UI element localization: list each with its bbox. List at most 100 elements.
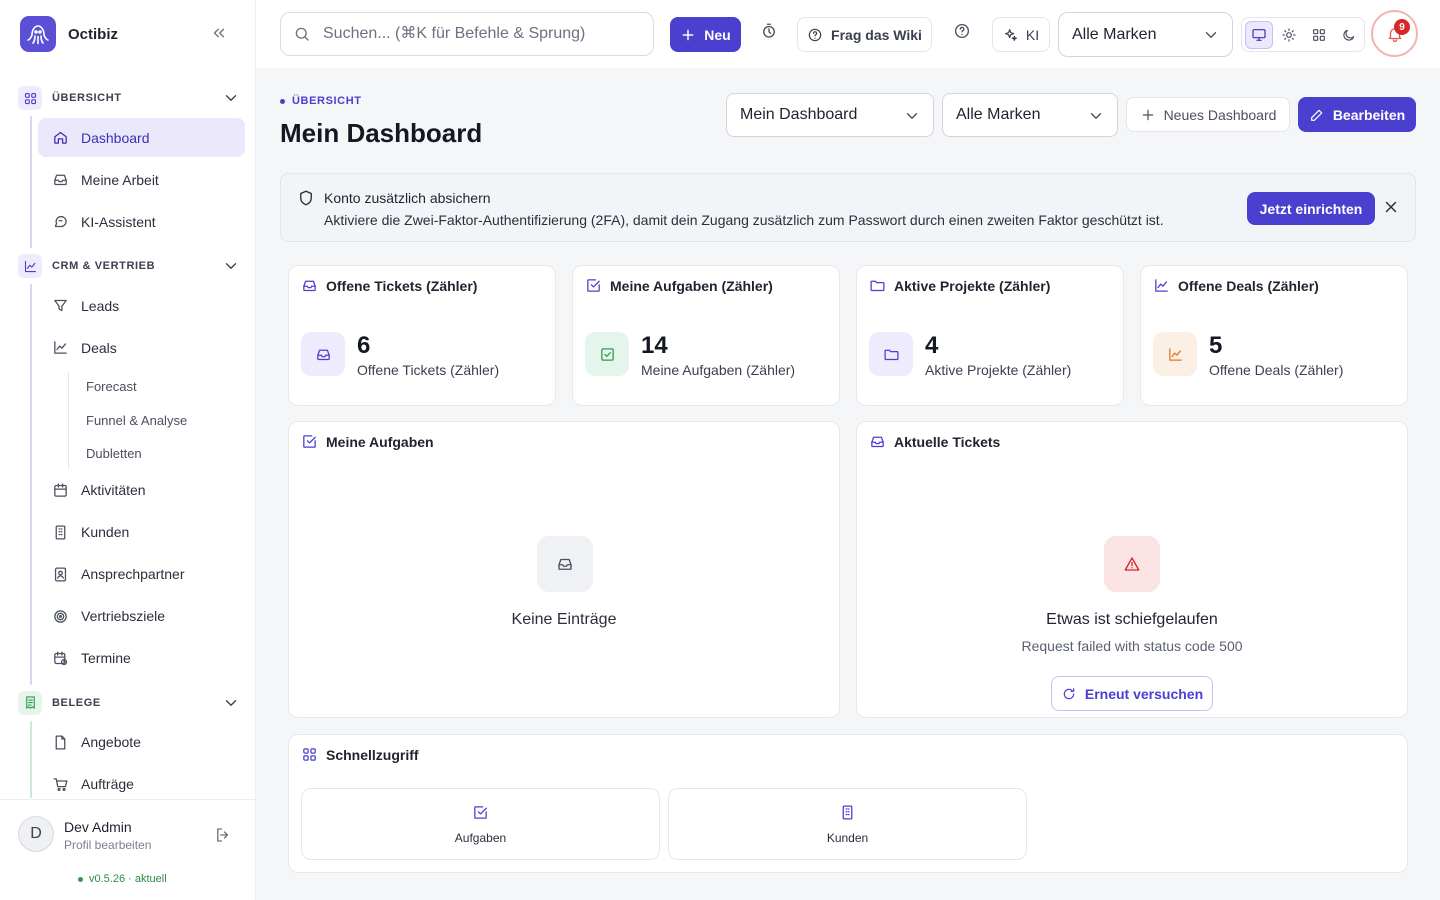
card-title: Offene Deals (Zähler) [1178, 277, 1319, 294]
sidebar-item-label: Leads [81, 297, 120, 314]
theme-grid-button[interactable] [1305, 21, 1333, 49]
card-header: Meine Aufgaben (Zähler) [585, 277, 773, 294]
calendar-icon [54, 482, 67, 497]
sidebar-item-aktivitaeten[interactable]: Aktivitäten [38, 471, 245, 510]
sidebar-item-label: KI-Assistent [81, 213, 156, 230]
receipt-icon [18, 690, 42, 715]
card-title: Meine Aufgaben [326, 433, 434, 450]
section-uebersicht[interactable]: ÜBERSICHT [0, 80, 256, 116]
retry-label: Erneut versuchen [1084, 685, 1204, 702]
brand-select-value: Alle Marken [1072, 25, 1157, 43]
monitor-icon [1252, 28, 1266, 41]
notification-count-badge: 9 [1394, 19, 1410, 35]
breadcrumb-label: ÜBERSICHT [292, 95, 362, 107]
close-icon[interactable] [1382, 198, 1400, 216]
sidebar-item-dashboard[interactable]: Dashboard [38, 118, 245, 157]
help-icon[interactable] [953, 22, 971, 40]
brand-select[interactable]: Alle Marken [1058, 12, 1233, 57]
card-title: Aktuelle Tickets [894, 433, 1001, 450]
trend-icon [54, 341, 67, 354]
kpi-value: 4 [925, 332, 939, 359]
edit-profile-link[interactable]: Profil bearbeiten [64, 838, 151, 852]
target-icon [54, 609, 67, 623]
breadcrumb-dot-icon [280, 98, 285, 104]
sidebar-item-vertriebsziele[interactable]: Vertriebsziele [38, 597, 245, 636]
quick-access-kunden[interactable]: Kunden [668, 788, 1027, 860]
card-header: Aktuelle Tickets [869, 433, 1000, 450]
chevron-down-icon [903, 107, 921, 125]
kpi-card-offene-tickets[interactable]: Offene Tickets (Zähler) 6 Offene Tickets… [288, 265, 556, 406]
section-crm-vertrieb[interactable]: CRM & VERTRIEB [0, 248, 256, 284]
chevron-down-icon [222, 694, 240, 712]
inbox-icon [54, 174, 67, 186]
kpi-card-meine-aufgaben[interactable]: Meine Aufgaben (Zähler) 14 Meine Aufgabe… [572, 265, 840, 406]
sidebar-subitem-dubletten[interactable]: Dubletten [86, 437, 256, 471]
logout-icon[interactable] [214, 826, 232, 844]
check-square-icon [587, 279, 600, 292]
quick-access-aufgaben[interactable]: Aufgaben [301, 788, 660, 860]
card-title: Offene Tickets (Zähler) [326, 277, 478, 294]
search-box[interactable] [280, 12, 654, 56]
inbox-icon [871, 436, 884, 448]
main-content: ÜBERSICHT Mein Dashboard Mein Dashboard … [256, 68, 1440, 900]
notifications-button[interactable]: 9 [1371, 10, 1418, 57]
avatar[interactable]: D [18, 816, 54, 852]
card-header: Offene Deals (Zähler) [1153, 277, 1319, 294]
sidebar-item-label: Ansprechpartner [81, 566, 185, 582]
refresh-icon [1063, 687, 1075, 699]
section-belege[interactable]: BELEGE [0, 685, 256, 721]
edit-button[interactable]: Bearbeiten [1298, 97, 1416, 132]
theme-system-button[interactable] [1245, 20, 1273, 49]
dashboard-brand-select[interactable]: Alle Marken [942, 93, 1118, 137]
sidebar-item-label: Vertriebsziele [81, 608, 166, 624]
quick-access-label: Aufgaben [454, 830, 507, 845]
sidebar-item-termine[interactable]: Termine [38, 639, 245, 678]
inbox-icon [537, 536, 593, 592]
sidebar-item-label: Meine Arbeit [81, 171, 159, 188]
ask-wiki-button[interactable]: Frag das Wiki [797, 17, 932, 52]
setup-2fa-button[interactable]: Jetzt einrichten [1247, 192, 1375, 225]
octopus-logo-icon [20, 16, 56, 52]
kpi-label: Offene Deals (Zähler) [1209, 362, 1344, 378]
sidebar-item-meine-arbeit[interactable]: Meine Arbeit [38, 160, 245, 199]
new-button[interactable]: Neu [670, 17, 741, 52]
check-square-icon [585, 332, 629, 376]
sidebar-item-label: Dashboard [81, 129, 150, 146]
ask-wiki-label: Frag das Wiki [831, 26, 922, 43]
sidebar-item-auftraege[interactable]: Aufträge [38, 765, 245, 799]
dashboard-brand-select-value: Alle Marken [956, 106, 1041, 123]
chevron-down-icon [1202, 26, 1220, 44]
timer-icon[interactable] [760, 22, 778, 40]
chevron-down-icon [1087, 107, 1105, 125]
collapse-sidebar-icon[interactable] [210, 24, 228, 42]
kpi-card-offene-deals[interactable]: Offene Deals (Zähler) 5 Offene Deals (Zä… [1140, 265, 1408, 406]
dashboard-select[interactable]: Mein Dashboard [726, 93, 934, 137]
retry-button[interactable]: Erneut versuchen [1051, 676, 1213, 711]
sidebar-item-ansprechpartner[interactable]: Ansprechpartner [38, 555, 245, 594]
pencil-icon [1310, 109, 1323, 121]
sidebar-subitem-forecast[interactable]: Forecast [86, 370, 256, 404]
section-label: BELEGE [52, 696, 101, 709]
grid-icon [18, 86, 42, 110]
sidebar-item-kunden[interactable]: Kunden [38, 513, 245, 552]
new-dashboard-button[interactable]: Neues Dashboard [1126, 97, 1290, 132]
building-icon [55, 524, 66, 540]
plus-icon [682, 29, 694, 40]
sidebar: Octibiz ÜBERSICHT Dashboard Meine Arbeit [0, 0, 256, 900]
search-icon [295, 27, 309, 41]
sun-icon [1282, 27, 1296, 42]
search-input[interactable] [323, 25, 643, 43]
ki-button[interactable]: KI [992, 17, 1050, 52]
page-title: Mein Dashboard [280, 118, 483, 148]
brand: Octibiz [20, 16, 236, 52]
sidebar-item-deals[interactable]: Deals [38, 328, 245, 367]
sidebar-item-ki-assistent[interactable]: KI-Assistent [38, 202, 245, 241]
sidebar-item-angebote[interactable]: Angebote [38, 723, 245, 762]
sidebar-subitem-funnel[interactable]: Funnel & Analyse [86, 404, 256, 438]
deals-subgroup: Forecast Funnel & Analyse Dubletten [68, 370, 256, 471]
theme-light-button[interactable] [1275, 21, 1303, 49]
group-uebersicht: Dashboard Meine Arbeit KI-Assistent [30, 116, 256, 248]
kpi-card-aktive-projekte[interactable]: Aktive Projekte (Zähler) 4 Aktive Projek… [856, 265, 1124, 406]
theme-dark-button[interactable] [1335, 21, 1363, 49]
sidebar-item-leads[interactable]: Leads [38, 286, 245, 325]
